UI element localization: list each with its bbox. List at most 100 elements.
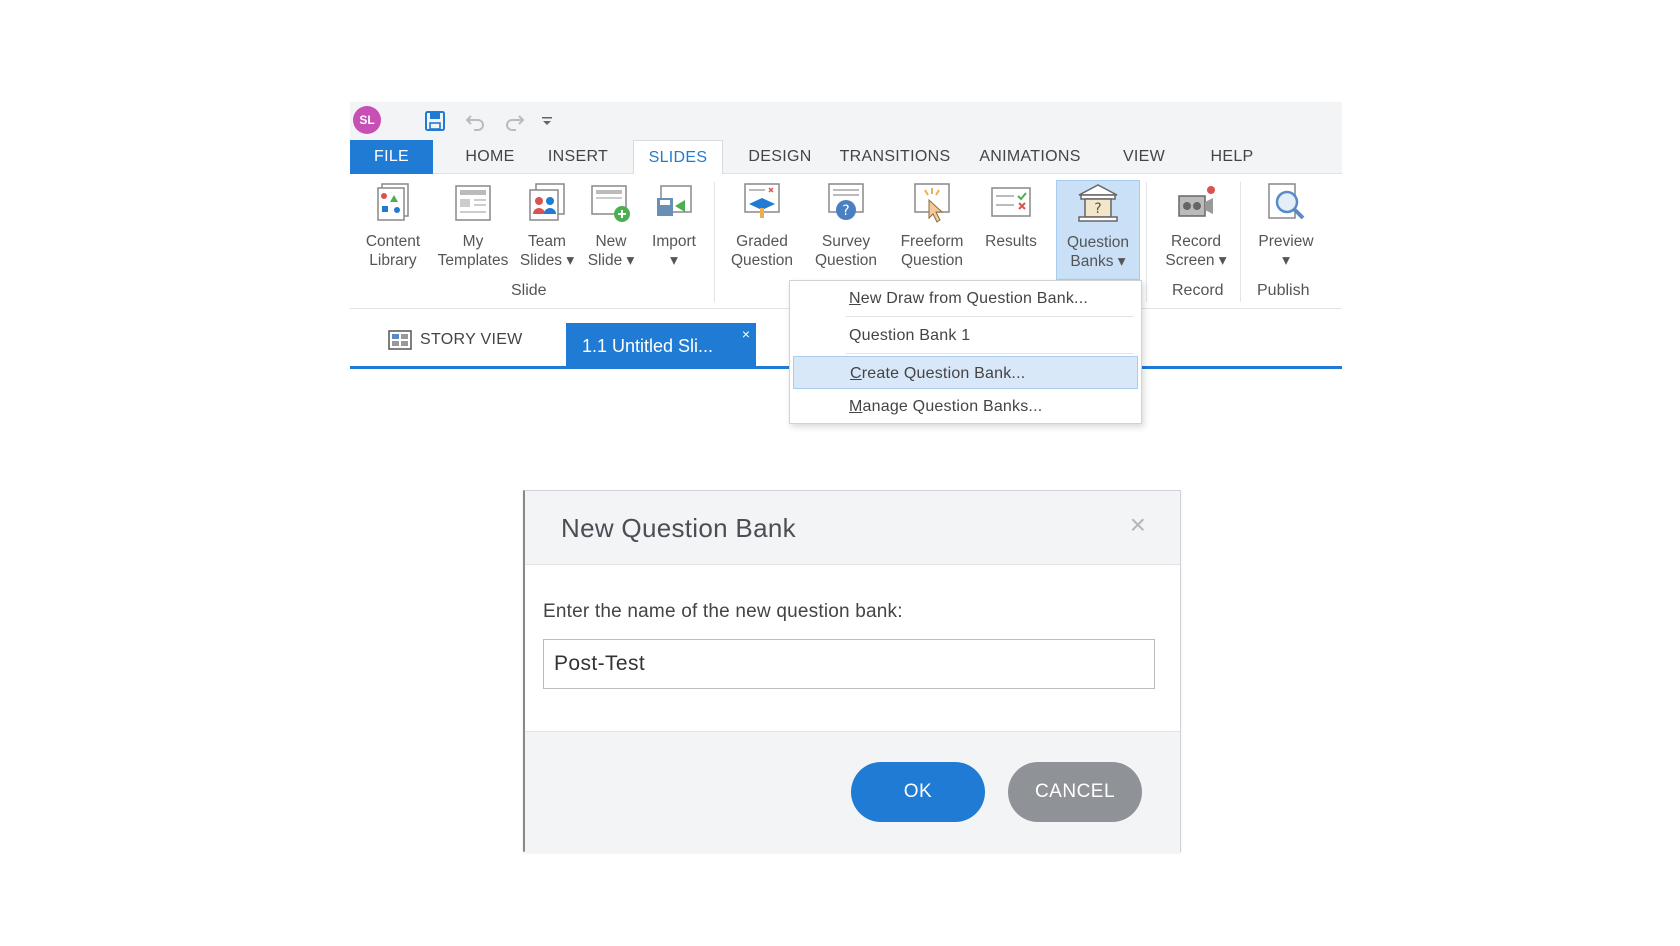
slide-tab[interactable]: 1.1 Untitled Sli... × (566, 323, 756, 369)
results-label-1: Results (985, 233, 1037, 250)
import-button[interactable]: Import ▾ (642, 180, 706, 280)
survey-question-icon: ? (828, 183, 864, 220)
tab-design[interactable]: DESIGN (730, 140, 830, 174)
tab-file[interactable]: FILE (350, 140, 433, 174)
tab-slides[interactable]: SLIDES (633, 140, 723, 175)
preview-label-2: ▾ (1282, 252, 1290, 269)
content-library-button[interactable]: Content Library (354, 180, 432, 280)
menu-item-accelerator: C (850, 365, 862, 382)
redo-icon[interactable] (502, 108, 528, 134)
story-view-tab[interactable]: STORY VIEW (388, 325, 523, 355)
question-banks-label-1: Question (1066, 234, 1130, 251)
menu-item-create-question-bank[interactable]: Create Question Bank... (793, 356, 1138, 389)
tab-transitions[interactable]: TRANSITIONS (830, 140, 960, 174)
menu-item-accelerator: M (849, 398, 863, 415)
dialog-header: New Question Bank × (525, 491, 1180, 565)
tab-view[interactable]: VIEW (1100, 140, 1188, 174)
team-slides-button[interactable]: Team Slides ▾ (514, 180, 580, 280)
undo-icon[interactable] (462, 108, 488, 134)
dialog-footer: OK CANCEL (525, 731, 1180, 853)
content-library-label-1: Content (365, 233, 421, 250)
question-bank-name-field[interactable] (543, 639, 1155, 689)
preview-button[interactable]: Preview ▾ (1246, 180, 1326, 280)
question-banks-button[interactable]: ? Question Banks ▾ (1056, 180, 1140, 280)
slide-tab-label: 1.1 Untitled Sli... (582, 336, 714, 356)
menu-divider (846, 353, 1134, 354)
freeform-question-button[interactable]: Freeform Question (890, 180, 974, 280)
svg-text:?: ? (842, 203, 849, 219)
ribbon-separator (714, 182, 715, 302)
preview-label-1: Preview (1258, 233, 1314, 250)
freeform-question-label-1: Freeform (900, 233, 964, 250)
my-templates-label-1: My (462, 233, 484, 250)
team-slides-icon (529, 183, 565, 221)
new-slide-icon (591, 185, 630, 222)
close-icon[interactable]: × (1130, 511, 1146, 539)
survey-question-label-1: Survey (821, 233, 871, 250)
svg-text:?: ? (1094, 201, 1101, 217)
question-banks-menu: New Draw from Question Bank... Question … (789, 280, 1142, 424)
new-slide-label-1: New (595, 233, 627, 250)
group-slide-label: Slide (511, 282, 547, 299)
my-templates-label-2: Templates (437, 252, 509, 269)
new-slide-button[interactable]: New Slide ▾ (582, 180, 640, 280)
record-screen-button[interactable]: Record Screen ▾ (1156, 180, 1236, 280)
story-view-icon (388, 330, 412, 350)
menu-item-label: reate Question Bank... (861, 365, 1026, 382)
my-templates-button[interactable]: My Templates (432, 180, 514, 280)
dialog-title: New Question Bank (561, 513, 796, 543)
menu-item-label: Question Bank 1 (849, 327, 971, 344)
ok-button[interactable]: OK (851, 762, 985, 822)
preview-icon (1268, 183, 1305, 220)
menu-item-accelerator: N (849, 290, 861, 307)
quick-access-toolbar: SL (350, 102, 1342, 140)
menu-item-new-draw[interactable]: New Draw from Question Bank... (793, 282, 1138, 315)
menu-item-label: ew Draw from Question Bank... (860, 290, 1088, 307)
templates-icon (455, 185, 491, 221)
graded-question-icon (744, 183, 780, 218)
import-label-2: ▾ (670, 252, 678, 269)
question-bank-name-input[interactable] (544, 640, 1154, 688)
content-library-icon (377, 183, 409, 221)
save-icon[interactable] (422, 108, 448, 134)
close-icon[interactable]: × (742, 311, 750, 357)
menu-divider (846, 316, 1134, 317)
record-screen-label-1: Record (1171, 233, 1221, 250)
ribbon-separator (1240, 182, 1241, 302)
new-slide-label-2: Slide ▾ (587, 252, 635, 269)
tab-help[interactable]: HELP (1188, 140, 1276, 174)
dialog-prompt: Enter the name of the new question bank: (543, 601, 903, 622)
record-screen-label-2: Screen ▾ (1165, 252, 1227, 269)
tab-insert[interactable]: INSERT (534, 140, 622, 174)
survey-question-label-2: Question (814, 252, 878, 269)
freeform-question-label-2: Question (900, 252, 964, 269)
team-slides-label-1: Team (528, 233, 566, 250)
survey-question-button[interactable]: ? Survey Question (806, 180, 886, 280)
group-publish-label: Publish (1257, 282, 1310, 299)
team-slides-label-2: Slides ▾ (519, 252, 575, 269)
ribbon-separator (1146, 182, 1147, 302)
question-banks-label-2: Banks ▾ (1070, 253, 1126, 270)
story-view-label: STORY VIEW (420, 331, 523, 348)
tab-animations[interactable]: ANIMATIONS (965, 140, 1095, 174)
results-icon (991, 187, 1031, 217)
import-label-1: Import (652, 233, 696, 250)
menu-item-label: anage Question Banks... (862, 398, 1043, 415)
content-library-label-2: Library (369, 252, 417, 269)
question-banks-icon: ? (1078, 184, 1118, 222)
graded-question-label-1: Graded (736, 233, 788, 250)
record-screen-icon (1178, 186, 1215, 217)
customize-icon[interactable] (534, 108, 560, 134)
cancel-button[interactable]: CANCEL (1008, 762, 1142, 822)
results-button[interactable]: Results (978, 180, 1044, 280)
new-question-bank-dialog: New Question Bank × Enter the name of th… (523, 490, 1181, 853)
graded-question-button[interactable]: Graded Question (722, 180, 802, 280)
menu-item-question-bank-1[interactable]: Question Bank 1 (793, 319, 1138, 352)
group-record-label: Record (1172, 282, 1224, 299)
menu-item-manage-question-banks[interactable]: Manage Question Banks... (793, 390, 1138, 423)
ribbon-tabs: FILE HOME INSERT SLIDES DESIGN TRANSITIO… (350, 140, 1342, 175)
freeform-question-icon (914, 183, 950, 223)
app-logo[interactable]: SL (353, 106, 381, 134)
graded-question-label-2: Question (730, 252, 794, 269)
tab-home[interactable]: HOME (446, 140, 534, 174)
